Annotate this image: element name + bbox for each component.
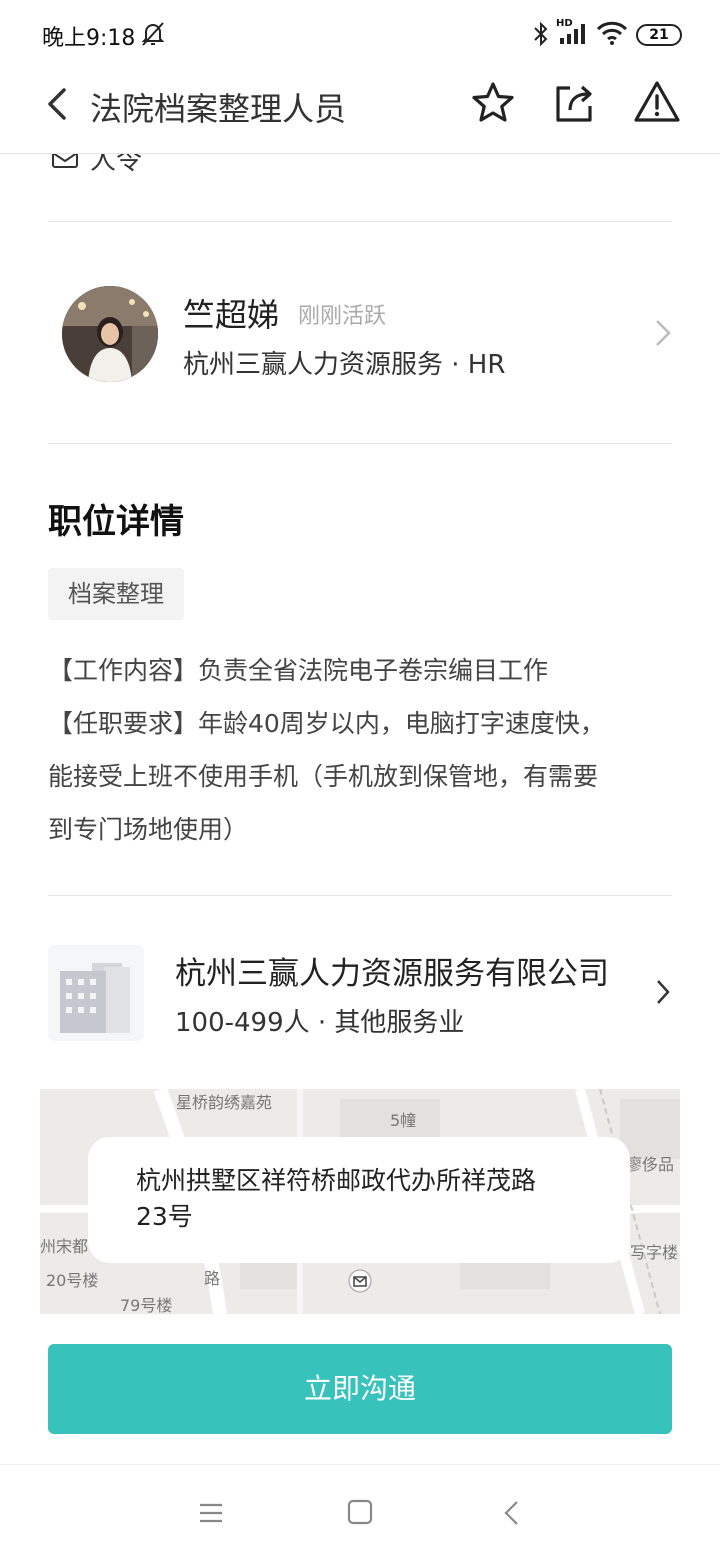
location-pin-icon bbox=[348, 1269, 372, 1293]
network-label: HD bbox=[556, 18, 573, 29]
job-description: 【工作内容】负责全省法院电子卷宗编目工作 【任职要求】年龄40周岁以内，电脑打字… bbox=[48, 644, 678, 856]
job-description-line: 【任职要求】年龄40周岁以内，电脑打字速度快， bbox=[48, 709, 605, 738]
back-nav-icon[interactable] bbox=[502, 1499, 520, 1527]
chevron-right-icon bbox=[656, 320, 671, 346]
page-title: 法院档案整理人员 bbox=[90, 90, 347, 128]
building-icon bbox=[60, 963, 130, 1033]
map-label: 5幢 bbox=[390, 1111, 417, 1130]
app-header: 法院档案整理人员 bbox=[0, 68, 720, 154]
back-arrow-icon[interactable] bbox=[42, 84, 72, 124]
map-label: 星桥韵绣嘉苑 bbox=[176, 1093, 273, 1112]
address-bubble: 杭州拱墅区祥符桥邮政代办所祥茂路 23号 bbox=[88, 1137, 630, 1263]
recruiter-avatar bbox=[62, 286, 158, 382]
address-line: 23号 bbox=[136, 1202, 193, 1231]
recruiter-name: 竺超娣 bbox=[183, 296, 280, 334]
mail-icon bbox=[52, 154, 78, 168]
status-bar: 晚上9:18 HD 21 bbox=[0, 0, 720, 68]
map-label: 79号楼 bbox=[120, 1296, 173, 1314]
company-name[interactable]: 杭州三赢人力资源服务有限公司 bbox=[175, 948, 609, 993]
company-logo[interactable] bbox=[48, 945, 144, 1041]
divider bbox=[48, 895, 672, 896]
recruiter-company: 杭州三赢人力资源服务 · HR bbox=[183, 350, 506, 380]
address-line: 杭州拱墅区祥符桥邮政代办所祥茂路 bbox=[136, 1166, 537, 1195]
report-warning-icon[interactable] bbox=[632, 78, 682, 126]
map-label: 20号楼 bbox=[46, 1271, 99, 1290]
menu-icon[interactable] bbox=[198, 1501, 224, 1525]
map-label: 廖侈品 bbox=[626, 1155, 675, 1174]
chat-now-button[interactable]: 立即沟通 bbox=[48, 1344, 672, 1434]
wifi-icon bbox=[596, 21, 628, 45]
bluetooth-icon bbox=[534, 21, 548, 47]
status-time: 晚上9:18 bbox=[42, 26, 136, 51]
recruiter-active-status: 刚刚活跃 bbox=[298, 304, 387, 329]
map-label: 路 bbox=[204, 1269, 221, 1288]
recruiter-card[interactable]: 竺超娣 刚刚活跃 杭州三赢人力资源服务 · HR bbox=[48, 222, 672, 444]
contact-row-text: 人令 bbox=[90, 154, 143, 176]
location-map[interactable]: 星桥韵绣嘉苑 5幢 廖侈品 写字楼 州宋都 20号楼 79号楼 路 杭州拱墅区祥… bbox=[40, 1089, 680, 1314]
share-icon[interactable] bbox=[552, 80, 596, 126]
bell-muted-icon bbox=[141, 22, 165, 46]
job-details-title: 职位详情 bbox=[48, 502, 184, 542]
job-description-line: 【工作内容】负责全省法院电子卷宗编目工作 bbox=[48, 656, 549, 685]
star-favorite-icon[interactable] bbox=[470, 80, 516, 126]
company-meta: 100-499人 · 其他服务业 bbox=[175, 1008, 465, 1038]
system-nav-bar bbox=[0, 1464, 720, 1559]
job-description-line: 能接受上班不使用手机（手机放到保管地，有需要 bbox=[48, 762, 599, 791]
chevron-right-icon[interactable] bbox=[655, 978, 671, 1006]
avatar-photo-icon bbox=[62, 286, 158, 382]
job-tag: 档案整理 bbox=[48, 568, 184, 620]
map-label: 州宋都 bbox=[40, 1237, 89, 1256]
home-square-icon[interactable] bbox=[347, 1499, 373, 1525]
battery-indicator: 21 bbox=[636, 24, 682, 46]
job-description-line: 到专门场地使用） bbox=[48, 815, 249, 844]
contact-row-partial: 人令 bbox=[48, 154, 672, 222]
map-label: 写字楼 bbox=[630, 1243, 679, 1262]
